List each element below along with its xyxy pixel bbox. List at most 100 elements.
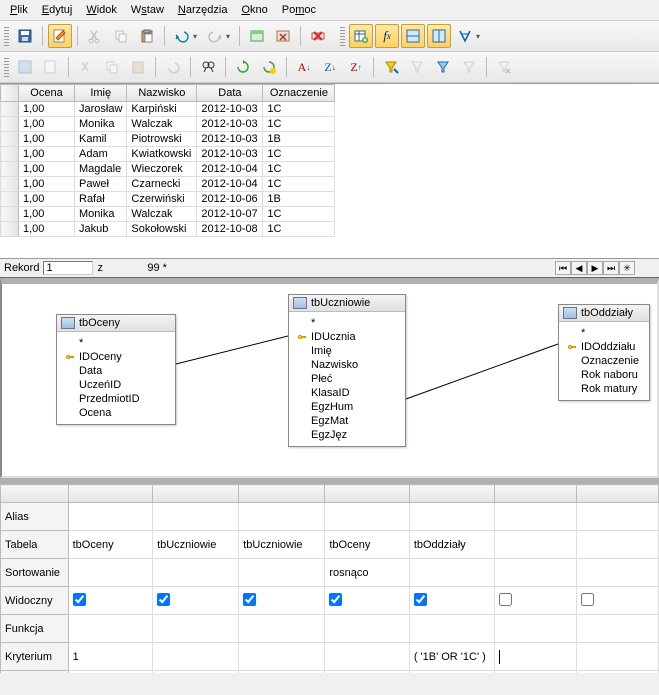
table-row[interactable]: 1,00JarosławKarpiński2012-10-031C [1, 102, 335, 117]
table-field[interactable]: * [297, 316, 397, 330]
design-cell[interactable] [495, 643, 577, 671]
design-cell[interactable] [239, 643, 325, 671]
cut2-icon[interactable] [74, 55, 98, 79]
table-field[interactable]: Oznaczenie [567, 354, 641, 368]
table-row[interactable]: 1,00MagdaleWieczorek2012-10-041C [1, 162, 335, 177]
clear-query-icon[interactable] [271, 24, 295, 48]
paste-icon[interactable] [135, 24, 159, 48]
col-oznaczenie[interactable]: Oznaczenie [263, 85, 335, 102]
visible-checkbox[interactable] [73, 593, 86, 606]
result-grid[interactable]: Ocena Imię Nazwisko Data Oznaczenie 1,00… [0, 83, 659, 258]
design-col-head[interactable] [239, 485, 325, 503]
table-field[interactable]: UczeńID [65, 378, 167, 392]
undo-icon[interactable] [170, 24, 194, 48]
autofilter-icon[interactable] [379, 55, 403, 79]
table-field[interactable]: Imię [297, 344, 397, 358]
visible-checkbox[interactable] [243, 593, 256, 606]
add-table-icon[interactable] [349, 24, 373, 48]
diagram-pane[interactable]: tbOceny *IDOcenyDataUczeńIDPrzedmiotIDOc… [0, 278, 659, 478]
visible-checkbox[interactable] [414, 593, 427, 606]
design-cell[interactable] [325, 671, 409, 674]
table-field[interactable]: Data [65, 364, 167, 378]
visible-checkbox[interactable] [581, 593, 594, 606]
edit-data-icon[interactable] [39, 55, 63, 79]
table-tboceny[interactable]: tbOceny *IDOcenyDataUczeńIDPrzedmiotIDOc… [56, 314, 176, 425]
nav-next-icon[interactable]: ▶ [587, 261, 603, 275]
design-cell[interactable] [153, 587, 239, 615]
table-row[interactable]: 1,00JakubSokołowski2012-10-081C [1, 222, 335, 237]
table-tbuczniowie[interactable]: tbUczniowie *IDUczniaImięNazwiskoPłećKla… [288, 294, 406, 447]
undo2-icon[interactable] [161, 55, 185, 79]
autorefresh-icon[interactable] [257, 55, 281, 79]
table-field[interactable]: * [567, 326, 641, 340]
design-cell[interactable] [577, 671, 659, 674]
copy-icon[interactable] [109, 24, 133, 48]
function-icon[interactable]: fx [375, 24, 399, 48]
design-cell[interactable] [409, 671, 494, 674]
save-record-icon[interactable] [13, 55, 37, 79]
design-cell[interactable] [68, 503, 152, 531]
table-field[interactable]: IDOddziału [567, 340, 641, 354]
col-data[interactable]: Data [197, 85, 263, 102]
design-cell[interactable] [495, 503, 577, 531]
table-field[interactable]: EgzJęz [297, 428, 397, 442]
sort-asc-icon[interactable]: A↓ [292, 55, 316, 79]
design-cell[interactable] [577, 503, 659, 531]
visible-checkbox[interactable] [329, 593, 342, 606]
filter2-icon[interactable] [457, 55, 481, 79]
undo-dropdown[interactable]: ▾ [193, 32, 201, 41]
design-cell[interactable] [409, 503, 494, 531]
table-field[interactable]: KlasaID [297, 386, 397, 400]
copy2-icon[interactable] [100, 55, 124, 79]
cut-icon[interactable] [83, 24, 107, 48]
design-cell[interactable] [325, 587, 409, 615]
design-cell[interactable] [68, 559, 152, 587]
design-cell[interactable] [239, 559, 325, 587]
toolbar-grip-2[interactable] [340, 26, 345, 46]
design-cell[interactable] [495, 587, 577, 615]
nav-prev-icon[interactable]: ◀ [571, 261, 587, 275]
design-cell[interactable] [409, 587, 494, 615]
table-field[interactable]: EgzMat [297, 414, 397, 428]
grid-corner[interactable] [1, 85, 19, 102]
menu-okno[interactable]: Okno [235, 2, 273, 18]
table-field[interactable]: Płeć [297, 372, 397, 386]
edit-icon[interactable] [48, 24, 72, 48]
design-cell[interactable] [577, 587, 659, 615]
delete-record-icon[interactable] [306, 24, 330, 48]
table-field[interactable]: Rok matury [567, 382, 641, 396]
design-cell[interactable]: tbUczniowie [239, 531, 325, 559]
table-row[interactable]: 1,00PawełCzarnecki2012-10-041C [1, 177, 335, 192]
design-cell[interactable]: ( '1B' OR '1C' ) [409, 643, 494, 671]
col-nazwisko[interactable]: Nazwisko [127, 85, 197, 102]
design-cell[interactable]: 1 [68, 643, 152, 671]
design-cell[interactable] [577, 531, 659, 559]
col-ocena[interactable]: Ocena [19, 85, 75, 102]
design-cell[interactable]: tbOceny [68, 531, 152, 559]
visible-checkbox[interactable] [499, 593, 512, 606]
design-cell[interactable]: rosnąco [325, 559, 409, 587]
menu-edytuj[interactable]: Edytuj [36, 2, 79, 18]
table-row[interactable]: 1,00KamilPiotrowski2012-10-031B [1, 132, 335, 147]
table-row[interactable]: 1,00AdamKwiatkowski2012-10-031C [1, 147, 335, 162]
design-cell[interactable]: tbOddziały [409, 531, 494, 559]
table-field[interactable]: EgzHum [297, 400, 397, 414]
design-cell[interactable] [325, 615, 409, 643]
menu-widok[interactable]: Widok [80, 2, 123, 18]
table-field[interactable]: Nazwisko [297, 358, 397, 372]
table-row[interactable]: 1,00MonikaWalczak2012-10-031C [1, 117, 335, 132]
distinct-icon[interactable] [453, 24, 477, 48]
design-view2-icon[interactable] [427, 24, 451, 48]
design-cell[interactable] [153, 503, 239, 531]
table-field[interactable]: * [65, 336, 167, 350]
redo-icon[interactable] [203, 24, 227, 48]
design-cell[interactable] [239, 671, 325, 674]
record-current[interactable] [43, 261, 93, 275]
sort-custom-icon[interactable]: Z↑ [344, 55, 368, 79]
design-cell[interactable] [577, 559, 659, 587]
paste2-icon[interactable] [126, 55, 150, 79]
col-imie[interactable]: Imię [75, 85, 127, 102]
refresh-icon[interactable] [231, 55, 255, 79]
design-cell[interactable]: tbUczniowie [153, 531, 239, 559]
save-icon[interactable] [13, 24, 37, 48]
